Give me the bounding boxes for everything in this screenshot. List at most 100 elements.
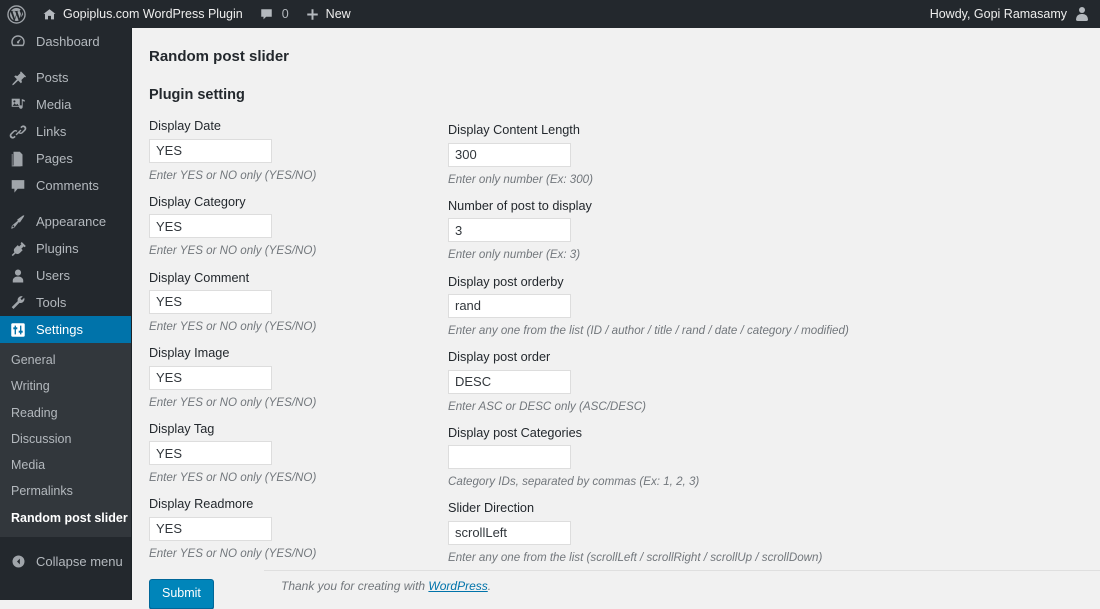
display-date-input[interactable] [149,138,272,163]
menu-row-comments: Comments [0,172,131,199]
sidebar-item-label: Plugins [36,241,79,256]
submenu-item-permalinks[interactable]: Permalinks [0,478,131,504]
field-number-of-post-to-display: Number of post to display Enter only num… [448,197,1048,264]
display-comment-input[interactable] [149,289,272,314]
menu-row-media: Media [0,91,131,118]
sidebar-item-label: Comments [36,178,99,193]
field-label: Display Readmore [149,497,254,512]
field-hint: Enter YES or NO only (YES/NO) [149,168,317,182]
media-icon [8,95,28,115]
submenu-item-writing[interactable]: Writing [0,373,131,399]
field-hint: Enter YES or NO only (YES/NO) [149,244,317,258]
slider-direction-input[interactable] [448,520,571,545]
field-display-readmore: Display Readmore Enter YES or NO only (Y… [149,495,439,562]
submenu-item-general[interactable]: General [0,347,131,373]
field-label: Display Image [149,346,230,361]
display-post-categories-input[interactable] [448,445,571,470]
submit-button[interactable]: Submit [149,579,214,609]
sidebar-item-plugins[interactable]: Plugins [0,235,131,262]
field-display-date: Display Date Enter YES or NO only (YES/N… [149,117,439,184]
sidebar-item-dashboard[interactable]: Dashboard [0,28,131,55]
comment-bubble-icon [259,7,274,22]
submenu-item-discussion[interactable]: Discussion [0,426,131,452]
user-avatar-icon [1074,6,1090,22]
plug-icon [8,239,28,259]
field-label: Number of post to display [448,198,592,213]
wp-logo-menu[interactable] [0,0,34,28]
field-hint: Enter YES or NO only (YES/NO) [149,471,317,485]
settings-page-wrap: Random post slider Plugin setting Displa… [132,28,1100,609]
field-slider-direction: Slider Direction Enter any one from the … [448,499,1048,566]
field-display-post-order: Display post order Enter ASC or DESC onl… [448,348,1048,415]
field-display-category: Display Category Enter YES or NO only (Y… [149,193,439,260]
sidebar-item-pages[interactable]: Pages [0,145,131,172]
admin-bar: Gopiplus.com WordPress Plugin 0 New Howd… [0,0,1100,28]
field-hint: Enter YES or NO only (YES/NO) [149,546,317,560]
display-category-input[interactable] [149,214,272,239]
field-label: Display Comment [149,270,250,285]
sidebar-item-links[interactable]: Links [0,118,131,145]
submenu-item-random-post-slider[interactable]: Random post slider [0,505,131,531]
display-image-input[interactable] [149,365,272,390]
menu-row-plugins: Plugins [0,235,131,262]
paintbrush-icon [8,212,28,232]
sidebar-item-media[interactable]: Media [0,91,131,118]
field-label: Display post Categories [448,425,582,440]
menu-row-settings: Settings [0,316,139,343]
field-hint: Enter YES or NO only (YES/NO) [149,319,317,333]
site-name-menu[interactable]: Gopiplus.com WordPress Plugin [34,0,251,28]
my-account-menu[interactable]: Howdy, Gopi Ramasamy [922,0,1090,28]
sidebar-item-comments[interactable]: Comments [0,172,131,199]
display-content-length-input[interactable] [448,142,571,167]
display-post-order-input[interactable] [448,369,571,394]
field-label: Display post order [448,350,551,365]
wordpress-logo-icon [7,4,26,24]
submenu-item-media[interactable]: Media [0,452,131,478]
comments-count: 0 [281,7,289,21]
sidebar-item-label: Settings [36,322,83,337]
field-label: Display Content Length [448,123,580,138]
footer-thanks: Thank you for creating with WordPress. [281,579,491,593]
collapse-arrow-icon [8,552,28,572]
sidebar-item-label: Users [36,268,70,283]
field-label: Display Date [149,119,221,134]
howdy-label: Howdy, Gopi Ramasamy [929,7,1067,21]
field-label: Display Tag [149,421,215,436]
menu-row-links: Links [0,118,131,145]
section-title: Plugin setting [149,87,245,103]
display-post-orderby-input[interactable] [448,293,571,318]
field-label: Display Category [149,194,246,209]
comments-menu[interactable]: 0 [251,0,297,28]
field-display-post-categories: Display post Categories Category IDs, se… [448,424,1048,491]
settings-submenu: General Writing Reading Discussion Media… [0,343,131,537]
sidebar-item-settings[interactable]: Settings [0,316,139,343]
sidebar-item-label: Dashboard [36,34,100,49]
footer-thanks-suffix: . [487,578,492,593]
new-content-menu[interactable]: New [297,0,359,28]
sidebar-item-appearance[interactable]: Appearance [0,208,131,235]
sidebar-item-users[interactable]: Users [0,262,131,289]
footer-thanks-prefix: Thank you for creating with [281,578,429,593]
submit-row: Submit [149,579,214,609]
field-display-image: Display Image Enter YES or NO only (YES/… [149,344,439,411]
field-hint: Enter only number (Ex: 3) [448,248,581,262]
sidebar-item-posts[interactable]: Posts [0,64,131,91]
dashboard-icon [8,32,28,52]
admin-sidebar: Dashboard Posts Media Links Pages Commen… [0,28,139,600]
wordpress-link[interactable]: WordPress [428,579,487,593]
display-readmore-input[interactable] [149,516,272,541]
menu-row-collapse: Collapse menu [0,547,131,577]
number-of-post-to-display-input[interactable] [448,218,571,243]
admin-footer: Thank you for creating with WordPress. V… [264,570,1100,600]
sidebar-item-label: Tools [36,295,67,310]
sidebar-item-tools[interactable]: Tools [0,289,131,316]
menu-row-tools: Tools [0,289,131,316]
collapse-menu-button[interactable]: Collapse menu [0,547,131,577]
field-label: Slider Direction [448,501,535,516]
field-hint: Category IDs, separated by commas (Ex: 1… [448,475,700,489]
field-hint: Enter only number (Ex: 300) [448,172,593,186]
display-tag-input[interactable] [149,441,272,466]
plus-icon [305,7,320,22]
sidebar-item-label: Posts [36,70,69,85]
submenu-item-reading[interactable]: Reading [0,400,131,426]
